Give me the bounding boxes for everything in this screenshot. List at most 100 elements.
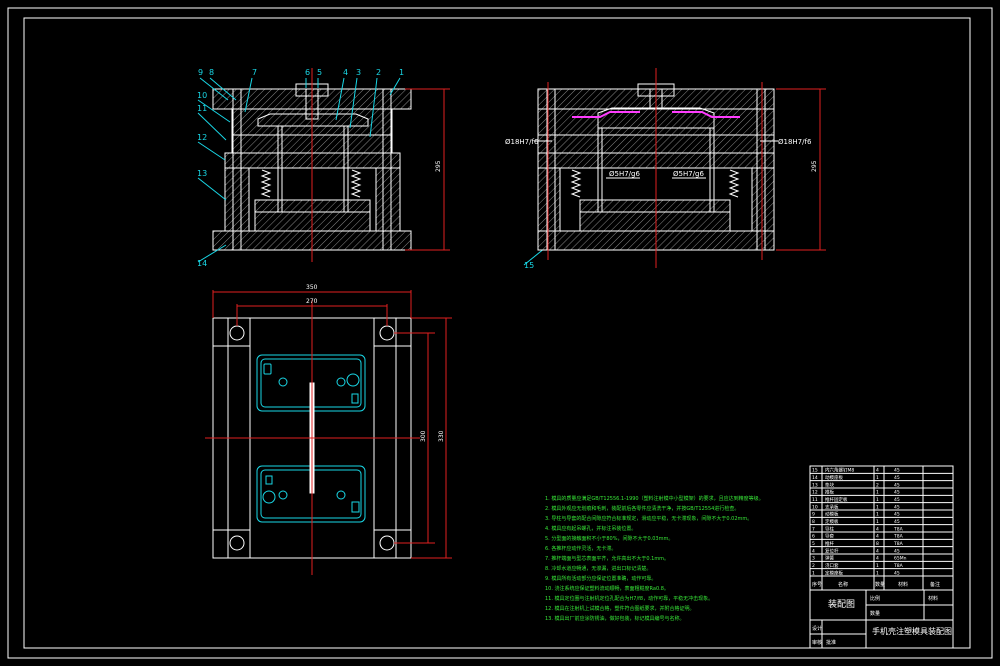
note-line: 7. 推杆端面与型芯表面平齐，允许高出不大于0.1mm。 <box>545 555 669 562</box>
note-line: 3. 导柱与导套的配合间隙应符合标准规定，滑动应平稳，无卡滞现象，间隙不大于0.… <box>545 515 752 522</box>
balloon-11: 11 <box>197 104 207 113</box>
part-material: 45 <box>894 519 900 525</box>
tb-count-header: 数量 <box>875 581 885 588</box>
note-line: 12. 模具在注射机上试模合格，塑件符合图纸要求，并附合格证明。 <box>545 605 695 612</box>
part-qty: 4 <box>876 534 879 540</box>
part-name: 垫块 <box>825 481 834 488</box>
part-material: T8A <box>893 541 904 547</box>
tb-approve: 批准 <box>826 639 836 646</box>
part-no: 14 <box>812 475 818 481</box>
part-name: 复位杆 <box>825 547 839 554</box>
note-line: 8. 冷却水道应畅通，无渗漏，进出口标记清楚。 <box>545 565 651 572</box>
plan-height-b-label: 330 <box>438 430 445 442</box>
note-line: 4. 模具应有起吊螺孔，并标注吊装位置。 <box>545 525 636 532</box>
part-material: 45 <box>894 490 900 496</box>
note-line: 11. 模具定位圈与注射机定位孔配合为H7/f8，动作可靠，平稳无冲击现象。 <box>545 595 713 602</box>
part-qty: 1 <box>876 475 879 481</box>
part-qty: 4 <box>876 468 879 474</box>
note-line: 1. 模具的质量应满足GB/T12556.1-1990（塑料注射模中小型模架）的… <box>545 495 764 502</box>
side-spring <box>570 169 582 198</box>
part-material: 45 <box>894 482 900 488</box>
part-name: 动模板 <box>825 511 839 518</box>
part-qty: 8 <box>876 541 879 547</box>
spacer-block-right <box>375 167 401 232</box>
return-spring <box>350 169 362 198</box>
part-name: 定模座板 <box>825 569 843 576</box>
tb-material: 材料 <box>928 595 938 602</box>
spacer-block-left <box>224 167 250 232</box>
tb-seq-header: 序号 <box>812 581 822 588</box>
balloon-1: 1 <box>399 68 404 77</box>
part-qty: 1 <box>876 570 879 576</box>
part-no: 15 <box>812 468 818 474</box>
tb-title: 手机壳注塑模具装配图 <box>872 626 952 636</box>
part-no: 4 <box>812 548 815 554</box>
note-line: 10. 浇注系统应保证塑料流动顺畅，表面粗糙度Ra0.8。 <box>545 585 669 592</box>
tb-design: 设计 <box>812 625 822 632</box>
part-no: 7 <box>812 526 815 532</box>
part-name: 支承板 <box>825 503 839 510</box>
part-name: 推杆 <box>825 540 834 547</box>
part-no: 9 <box>812 512 815 518</box>
guide-bush-hole <box>229 325 245 341</box>
part-no: 10 <box>812 504 818 510</box>
tb-note-header: 备注 <box>930 581 940 588</box>
part-name: 推板 <box>825 489 834 496</box>
part-no: 6 <box>812 534 815 540</box>
parts-list: 15 内六角螺钉M8 4 4514 动模座板 1 4513 垫块 2 4512 推板 1 4511 推杆固… <box>812 467 907 577</box>
part-material: T8A <box>893 563 904 569</box>
guide-bush-hole <box>229 535 245 551</box>
part-name: 导柱 <box>825 525 834 532</box>
part-material: 45 <box>894 504 900 510</box>
balloon-12: 12 <box>197 133 207 142</box>
part-no: 12 <box>812 490 818 496</box>
part-no: 8 <box>812 519 815 525</box>
balloon-3: 3 <box>356 68 361 77</box>
note-line: 13. 模具出厂前应涂防锈油，做好包装，标记模具编号与名称。 <box>545 615 685 622</box>
balloon-6: 6 <box>305 68 310 77</box>
part-name: 定模板 <box>825 518 839 525</box>
part-qty: 1 <box>876 490 879 496</box>
part-qty: 4 <box>876 556 879 562</box>
tb-mat-header: 材料 <box>898 581 908 588</box>
side-ejector-plate <box>579 211 731 232</box>
tb-drawing-name: 装配图 <box>828 598 855 610</box>
part-name: 动模座板 <box>825 474 843 481</box>
balloon-2: 2 <box>376 68 381 77</box>
part-material: 45 <box>894 497 900 503</box>
part-no: 2 <box>812 563 815 569</box>
part-name: 推杆固定板 <box>825 496 848 503</box>
plan-view <box>205 290 452 575</box>
part-qty: 2 <box>876 482 879 488</box>
side-height-label: 295 <box>811 160 818 172</box>
tb-check: 审核 <box>812 639 822 646</box>
guide-bush-hole <box>379 325 395 341</box>
fit-guide-left: Ø18H7/f6 <box>505 138 539 146</box>
note-line: 9. 模具所有活动部分应保证位置准确，动作可靠。 <box>545 575 656 582</box>
balloon-14: 14 <box>197 259 207 268</box>
tb-name-header: 名称 <box>838 581 848 588</box>
tb-qty: 数量 <box>870 610 880 617</box>
part-qty: 1 <box>876 519 879 525</box>
front-height-label: 295 <box>435 160 442 172</box>
part-material: 45 <box>894 548 900 554</box>
return-spring <box>260 169 272 198</box>
part-material: 45 <box>894 468 900 474</box>
side-spring <box>728 169 740 198</box>
part-qty: 1 <box>876 512 879 518</box>
balloon-7: 7 <box>252 68 257 77</box>
part-material: 45 <box>894 475 900 481</box>
plan-width-outer-label: 350 <box>306 284 318 291</box>
balloon-8: 8 <box>209 68 214 77</box>
plan-height-a-label: 300 <box>420 430 427 442</box>
balloon-9: 9 <box>198 68 203 77</box>
drawing-canvas: 295 9 8 7 6 5 4 3 2 1 10 11 12 13 14 15 <box>7 7 993 659</box>
balloon-15: 15 <box>524 261 534 270</box>
balloon-13: 13 <box>197 169 207 178</box>
balloon-4: 4 <box>343 68 348 77</box>
part-no: 3 <box>812 556 815 562</box>
note-line: 5. 分型面的接触面积不小于80%，间隙不大于0.03mm。 <box>545 535 673 542</box>
part-qty: 1 <box>876 563 879 569</box>
part-no: 1 <box>812 570 815 576</box>
part-no: 13 <box>812 482 818 488</box>
